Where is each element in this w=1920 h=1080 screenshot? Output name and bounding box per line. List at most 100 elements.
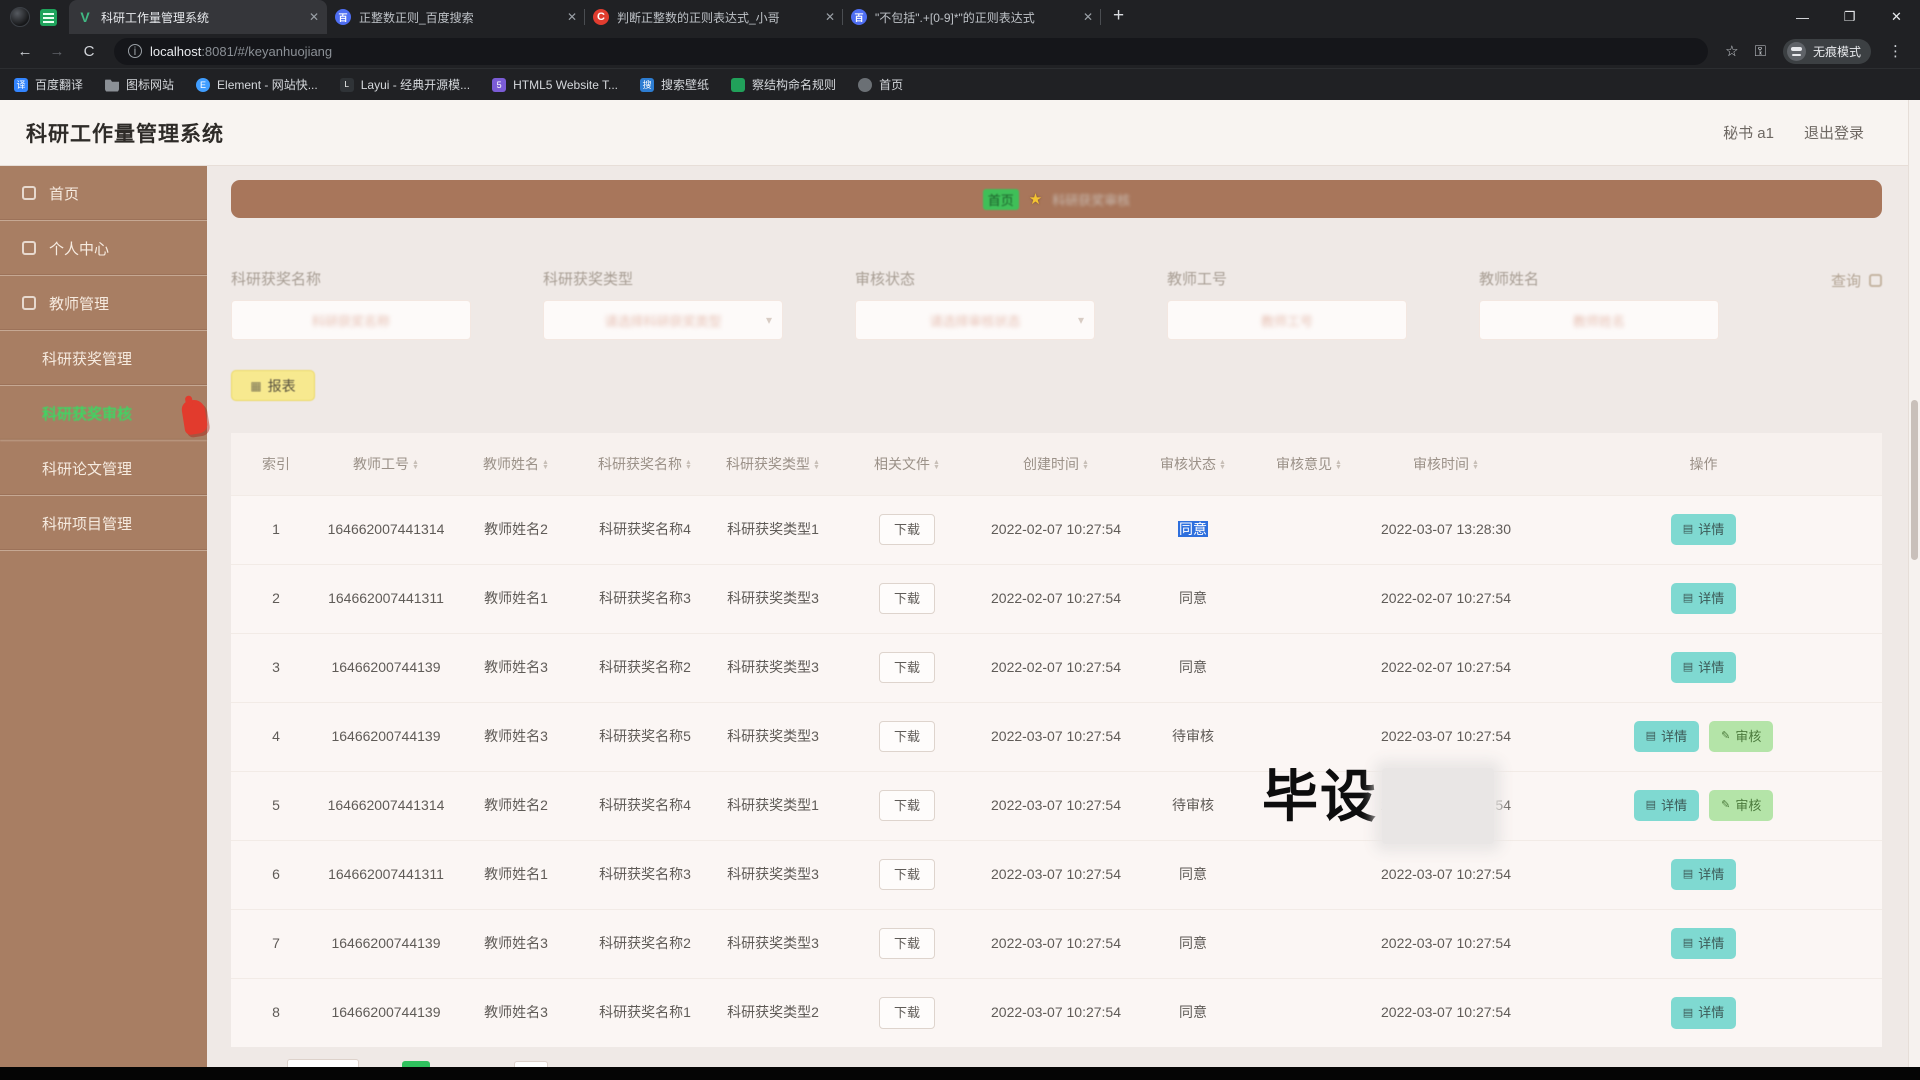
sidebar-item-个人中心[interactable]: 个人中心: [0, 221, 207, 276]
cell-teacher-name: 教师姓名3: [451, 701, 581, 771]
sidebar-item-label: 首页: [49, 185, 80, 203]
browser-logo-icon[interactable]: [10, 7, 30, 27]
download-button[interactable]: 下载: [878, 789, 935, 822]
sort-carets-icon[interactable]: ▲ ▼: [685, 459, 692, 471]
url-input[interactable]: i localhost:8081/#/keyanhuojiang: [114, 37, 1709, 65]
col-审核时间[interactable]: 审核时间 ▲ ▼: [1367, 433, 1525, 495]
detail-button[interactable]: ▤ 详情: [1633, 720, 1700, 753]
col-科研获奖类型[interactable]: 科研获奖类型 ▲ ▼: [709, 433, 837, 495]
bookmark-item[interactable]: 5 HTML5 Website T...: [492, 77, 618, 92]
filter-input[interactable]: 教师姓名: [1479, 300, 1719, 340]
sort-carets-icon[interactable]: ▲ ▼: [1219, 459, 1226, 471]
sort-carets-icon[interactable]: ▲ ▼: [412, 459, 419, 471]
sidebar-item-科研项目管理[interactable]: 科研项目管理: [0, 496, 207, 551]
download-button[interactable]: 下载: [878, 720, 935, 753]
tab-close-icon[interactable]: ✕: [1083, 10, 1093, 24]
filter-group: 审核状态请选择审核状态: [855, 268, 1095, 340]
sidebar-item-label: 科研获奖管理: [42, 350, 133, 368]
report-button[interactable]: ▦ 报表: [231, 370, 315, 401]
cell-teacher-name: 教师姓名2: [451, 494, 581, 564]
col-教师工号[interactable]: 教师工号 ▲ ▼: [321, 433, 451, 495]
tab[interactable]: 百正整数正则_百度搜索 ✕: [327, 0, 585, 34]
download-button[interactable]: 下载: [878, 651, 935, 684]
sidebar-item-首页[interactable]: 首页: [0, 166, 207, 221]
bookmark-item[interactable]: E Element - 网站快...: [196, 76, 318, 93]
detail-button[interactable]: ▤ 详情: [1670, 927, 1737, 960]
filter-label: 审核状态: [855, 271, 916, 288]
filter-label: 教师工号: [1167, 271, 1228, 288]
bookmark-star-icon[interactable]: ☆: [1725, 42, 1738, 60]
download-button[interactable]: 下载: [878, 927, 935, 960]
table-row: 3 16466200744139 教师姓名3 科研获奖名称2 科研获奖类型3 下载 2022…: [231, 632, 1882, 702]
forward-button[interactable]: →: [44, 43, 70, 60]
bookmark-item[interactable]: 察结构命名规则: [731, 76, 836, 93]
bookmark-item[interactable]: 图标网站: [105, 76, 174, 93]
search-button[interactable]: 查询: [1831, 270, 1882, 291]
tab-close-icon[interactable]: ✕: [567, 10, 577, 24]
sidebar-item-科研获奖审核[interactable]: 科研获奖审核: [0, 386, 207, 441]
tab-favicon-baidu: 百: [335, 9, 351, 25]
table-row: 2 164662007441311 教师姓名1 科研获奖名称3 科研获奖类型3 下载 202…: [231, 563, 1882, 633]
sidebar-item-教师管理[interactable]: 教师管理: [0, 276, 207, 331]
detail-button[interactable]: ▤ 详情: [1633, 789, 1700, 822]
tab[interactable]: C 判断正整数的正则表达式_小哥 ✕: [585, 0, 843, 34]
status-text: 同意: [1179, 866, 1207, 882]
download-button[interactable]: 下载: [878, 858, 935, 891]
col-创建时间[interactable]: 创建时间 ▲ ▼: [977, 433, 1135, 495]
scrollbar-thumb[interactable]: [1911, 400, 1918, 560]
sidebar-item-科研论文管理[interactable]: 科研论文管理: [0, 441, 207, 496]
sort-carets-icon[interactable]: ▲ ▼: [1082, 459, 1089, 471]
col-审核意见[interactable]: 审核意见 ▲ ▼: [1251, 433, 1367, 495]
search-icon: [1869, 274, 1882, 287]
cell-audit-time: 2022-03-07 13:28:30: [1367, 494, 1525, 564]
download-button[interactable]: 下载: [878, 513, 935, 546]
bookmark-item[interactable]: 首页: [858, 76, 903, 93]
sort-carets-icon[interactable]: ▲ ▼: [542, 459, 549, 471]
tab[interactable]: 百 "不包括".+[0-9]*"的正则表达式 ✕: [843, 0, 1101, 34]
refresh-button[interactable]: C: [76, 43, 102, 60]
sort-carets-icon[interactable]: ▲ ▼: [1335, 459, 1342, 471]
site-info-icon[interactable]: i: [128, 44, 142, 58]
download-button[interactable]: 下载: [878, 582, 935, 615]
filter-input[interactable]: 科研获奖名称: [231, 300, 471, 340]
tab-close-icon[interactable]: ✕: [825, 10, 835, 24]
audit-button[interactable]: ✎ 审核: [1709, 720, 1774, 753]
new-tab-button[interactable]: +: [1113, 5, 1124, 27]
close-button[interactable]: ✕: [1873, 0, 1920, 34]
download-button[interactable]: 下载: [878, 997, 935, 1029]
scrollbar[interactable]: [1908, 100, 1920, 1070]
filter-select[interactable]: 请选择审核状态: [855, 300, 1095, 340]
tab-close-icon[interactable]: ✕: [309, 10, 319, 24]
bookmark-item[interactable]: 搜搜索壁纸: [640, 76, 709, 93]
cell-created-time: 2022-02-07 10:27:54: [977, 563, 1135, 633]
key-icon[interactable]: ⚿: [1755, 43, 1766, 60]
bookmark-item[interactable]: 译百度翻译: [14, 76, 83, 93]
sort-carets-icon[interactable]: ▲ ▼: [1472, 459, 1479, 471]
sidebar-item-科研获奖管理[interactable]: 科研获奖管理: [0, 331, 207, 386]
user-name[interactable]: 秘书 a1: [1723, 122, 1774, 143]
col-相关文件[interactable]: 相关文件 ▲ ▼: [837, 433, 977, 495]
logout-link[interactable]: 退出登录: [1804, 122, 1864, 143]
minimize-button[interactable]: —: [1779, 0, 1826, 34]
sort-carets-icon[interactable]: ▲ ▼: [933, 459, 940, 471]
pinned-tab[interactable]: [40, 8, 57, 26]
filter-input[interactable]: 教师工号: [1167, 300, 1407, 340]
col-科研获奖名称[interactable]: 科研获奖名称 ▲ ▼: [581, 433, 709, 495]
filter-select[interactable]: 请选择科研获奖类型: [543, 300, 783, 340]
detail-button[interactable]: ▤ 详情: [1670, 858, 1737, 891]
detail-button[interactable]: ▤ 详情: [1670, 513, 1737, 546]
breadcrumb-home[interactable]: 首页: [982, 188, 1019, 210]
bookmark-item[interactable]: L Layui - 经典开源模...: [339, 76, 470, 93]
detail-button[interactable]: ▤ 详情: [1670, 582, 1737, 615]
detail-button[interactable]: ▤ 详情: [1670, 997, 1737, 1029]
col-教师姓名[interactable]: 教师姓名 ▲ ▼: [451, 433, 581, 495]
maximize-button[interactable]: ❐: [1826, 0, 1873, 34]
sort-carets-icon[interactable]: ▲ ▼: [813, 459, 820, 471]
audit-button[interactable]: ✎ 审核: [1709, 789, 1774, 822]
menu-dots-icon[interactable]: ⋮: [1888, 42, 1903, 60]
detail-button[interactable]: ▤ 详情: [1670, 651, 1737, 684]
back-button[interactable]: ←: [12, 43, 38, 60]
col-审核状态[interactable]: 审核状态 ▲ ▼: [1135, 433, 1251, 495]
tab[interactable]: V 科研工作量管理系统 ✕: [69, 0, 327, 34]
cell-teacher-name: 教师姓名3: [451, 977, 581, 1047]
